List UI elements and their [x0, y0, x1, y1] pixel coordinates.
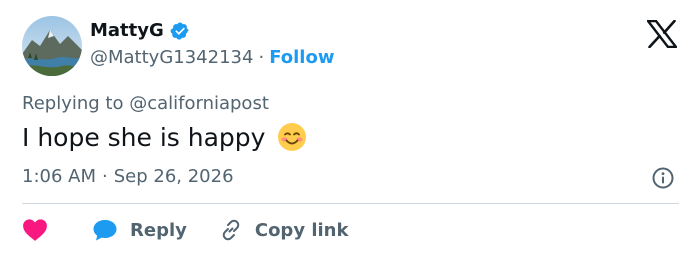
- separator-dot: ·: [258, 47, 265, 68]
- like-button[interactable]: [22, 218, 48, 242]
- info-icon[interactable]: [651, 166, 675, 190]
- tweet-body: I hope she is happy: [22, 122, 266, 152]
- reply-label: Reply: [130, 219, 187, 241]
- tweet-time: 1:06 AM: [22, 166, 96, 187]
- tweet-text: I hope she is happy: [22, 122, 307, 152]
- author-handle-row: @MattyG1342134 · Follow: [90, 47, 334, 68]
- follow-button[interactable]: Follow: [269, 47, 334, 68]
- tweet-date: Sep 26, 2026: [113, 166, 234, 187]
- tweet-timestamp[interactable]: 1:06 AM · Sep 26, 2026: [22, 166, 234, 187]
- speech-bubble-icon: [93, 220, 117, 241]
- replying-prefix: Replying to: [22, 93, 130, 114]
- tweet-card: MattyG @MattyG1342134 · Follow Replying …: [0, 0, 700, 256]
- separator-dot: ·: [102, 166, 108, 187]
- verified-badge-icon: [170, 21, 190, 41]
- link-icon: [222, 219, 240, 241]
- author-name-row: MattyG: [90, 20, 190, 41]
- display-name[interactable]: MattyG: [90, 20, 164, 41]
- copy-link-label: Copy link: [254, 219, 349, 241]
- x-logo-icon[interactable]: [646, 19, 678, 49]
- copy-link-button[interactable]: Copy link: [219, 218, 349, 242]
- reply-button[interactable]: Reply: [92, 218, 187, 242]
- heart-icon: [23, 219, 47, 241]
- divider: [22, 203, 679, 204]
- reply-target-handle[interactable]: @californiapost: [129, 93, 269, 114]
- action-bar: Reply Copy link: [22, 216, 348, 244]
- smiling-face-emoji-icon: [277, 122, 307, 152]
- replying-to: Replying to @californiapost: [22, 93, 269, 114]
- avatar[interactable]: [22, 16, 82, 76]
- author-handle[interactable]: @MattyG1342134: [90, 47, 253, 68]
